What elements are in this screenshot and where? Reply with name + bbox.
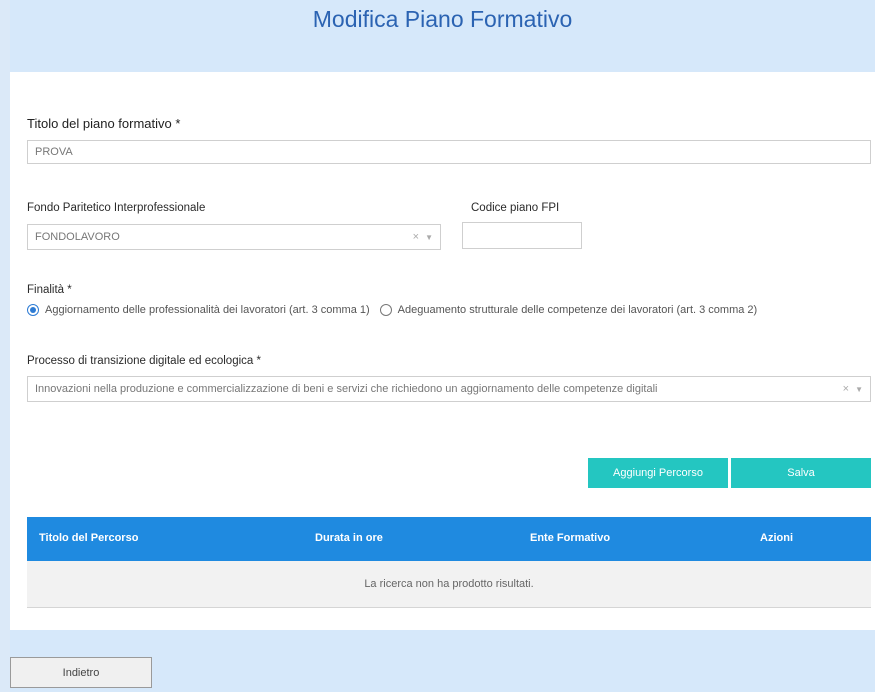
processo-label: Processo di transizione digitale ed ecol…	[27, 355, 261, 367]
processo-select[interactable]: Innovazioni nella produzione e commercia…	[27, 376, 871, 402]
processo-value: Innovazioni nella produzione e commercia…	[35, 383, 658, 395]
aggiungi-percorso-button[interactable]: Aggiungi Percorso	[588, 458, 728, 488]
indietro-button[interactable]: Indietro	[10, 657, 152, 688]
processo-clear-icon[interactable]: ×	[843, 383, 849, 395]
titolo-input[interactable]: PROVA	[27, 140, 871, 164]
column-header-ente[interactable]: Ente Formativo	[530, 532, 610, 544]
table-header: Titolo del Percorso Durata in ore Ente F…	[27, 517, 871, 561]
column-header-titolo[interactable]: Titolo del Percorso	[39, 532, 138, 544]
finalita-option-1-label[interactable]: Aggiornamento delle professionalità dei …	[45, 304, 370, 316]
finalita-radio-1[interactable]	[27, 304, 39, 316]
finalita-label: Finalità *	[27, 284, 72, 296]
fondo-chevron-down-icon[interactable]: ▼	[425, 233, 433, 242]
codice-input[interactable]	[462, 222, 582, 249]
titolo-label: Titolo del piano formativo *	[27, 116, 181, 131]
fondo-select[interactable]: FONDOLAVORO × ▼	[27, 224, 441, 250]
codice-label: Codice piano FPI	[471, 202, 560, 214]
empty-message: La ricerca non ha prodotto risultati.	[364, 578, 534, 590]
fondo-clear-icon[interactable]: ×	[413, 231, 419, 243]
column-header-azioni: Azioni	[760, 532, 793, 544]
fondo-label: Fondo Paritetico Interprofessionale	[27, 202, 206, 214]
column-header-durata[interactable]: Durata in ore	[315, 532, 383, 544]
titolo-value: PROVA	[35, 146, 73, 158]
page-title: Modifica Piano Formativo	[312, 6, 573, 32]
fondo-value: FONDOLAVORO	[35, 231, 120, 243]
processo-chevron-down-icon[interactable]: ▼	[855, 385, 863, 394]
finalita-radio-2[interactable]	[379, 304, 392, 316]
finalita-option-2-label[interactable]: Adeguamento strutturale delle competenze…	[398, 304, 758, 316]
salva-button[interactable]: Salva	[731, 458, 871, 488]
table-empty-row: La ricerca non ha prodotto risultati.	[27, 561, 871, 608]
finalita-radio-group: Aggiornamento delle professionalità dei …	[27, 304, 767, 316]
